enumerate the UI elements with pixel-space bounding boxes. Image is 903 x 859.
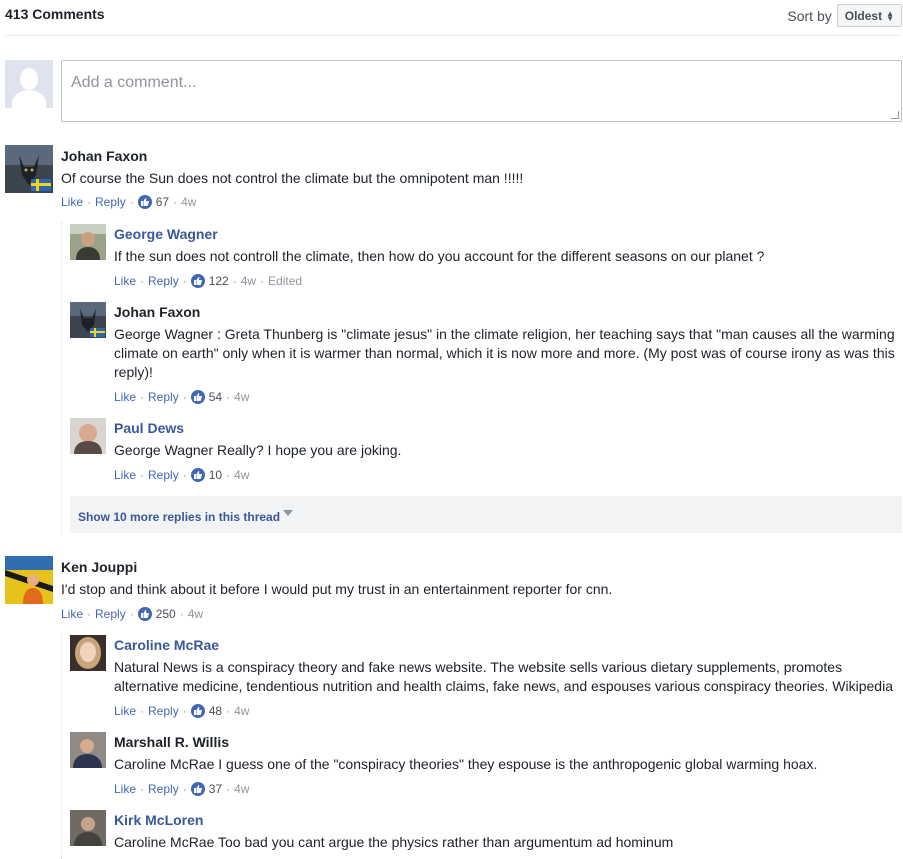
timestamp[interactable]: 4w [234,782,249,796]
show-more-replies-link[interactable]: Show 10 more replies in this thread [78,510,294,524]
reply-button[interactable]: Reply [148,468,179,482]
avatar[interactable] [5,556,53,604]
like-count: 67 [155,195,170,209]
reply-author[interactable]: Caroline McRae [114,637,219,653]
like-count: 122 [208,274,229,288]
like-button[interactable]: Like [114,782,136,796]
comment-text: I'd stop and think about it before I wou… [61,581,613,597]
reply-button[interactable]: Reply [148,390,179,404]
like-button[interactable]: Like [114,468,136,482]
avatar[interactable] [70,810,106,846]
timestamp[interactable]: 4w [241,274,256,288]
comment-text: Of course the Sun does not control the c… [61,170,524,186]
sort-dropdown[interactable]: Oldest ▲ ▼ [836,4,902,27]
comment-actions: Like · Reply · 250 · 4w [61,607,204,621]
timestamp[interactable]: 4w [181,195,196,209]
reply-actions: Like · Reply · 37 · 4w [114,782,250,796]
like-count: 37 [208,782,223,796]
comment-thread: Ken Jouppi I'd stop and think about it b… [5,556,902,622]
thumbs-up-icon [190,468,205,482]
reply: George Wagner If the sun does not contro… [70,224,902,290]
avatar[interactable] [70,732,106,768]
reply: Caroline McRae Natural News is a conspir… [70,635,902,721]
comment-count: 413 Comments [5,6,105,22]
thumbs-up-icon [190,704,205,718]
reply-button[interactable]: Reply [95,607,126,621]
thread-line [61,222,62,534]
reply-button[interactable]: Reply [148,704,179,718]
comment-input-box[interactable] [61,60,902,122]
reply-text: If the sun does not controll the climate… [114,248,765,264]
comment-input[interactable] [62,61,901,105]
sort-arrows-icon: ▲ ▼ [886,8,894,23]
reply: Johan Faxon George Wagner : Greta Thunbe… [70,302,902,406]
comment-author[interactable]: Johan Faxon [61,148,147,164]
like-button[interactable]: Like [114,704,136,718]
like-count: 250 [155,607,176,621]
reply-author[interactable]: Paul Dews [114,420,184,436]
thumbs-up-icon [190,274,205,288]
timestamp[interactable]: 4w [234,704,249,718]
reply-text: George Wagner Really? I hope you are jok… [114,442,402,458]
thumbs-up-icon [137,195,152,209]
reply-actions: Like · Reply · 48 · 4w [114,704,250,718]
reply-text: Caroline McRae Too bad you cant argue th… [114,834,674,850]
like-button[interactable]: Like [61,195,83,209]
caret-down-icon [283,510,294,516]
show-more-replies-label: Show 10 more replies in this thread [78,510,281,524]
current-user-avatar [5,60,53,108]
sort-control: Sort by Oldest ▲ ▼ [787,4,902,27]
like-count: 10 [208,468,223,482]
comment-thread: Johan Faxon Of course the Sun does not c… [5,145,902,209]
reply-author[interactable]: George Wagner [114,226,218,242]
thumbs-up-icon [190,782,205,796]
comment-author[interactable]: Ken Jouppi [61,559,137,575]
avatar[interactable] [5,145,53,193]
avatar[interactable] [70,302,106,338]
timestamp[interactable]: 4w [234,468,249,482]
like-button[interactable]: Like [114,274,136,288]
timestamp[interactable]: 4w [234,390,249,404]
reply-text: Caroline McRae I guess one of the "consp… [114,756,818,772]
reply-actions: Like · Reply · 54 · 4w [114,390,250,404]
comment-composer [5,60,902,122]
thumbs-up-icon [137,607,152,621]
reply-author[interactable]: Marshall R. Willis [114,734,229,750]
reply: Marshall R. Willis Caroline McRae I gues… [70,732,902,798]
thread-line [61,633,62,859]
resize-grip-icon[interactable] [891,111,899,119]
avatar[interactable] [70,418,106,454]
like-button[interactable]: Like [61,607,83,621]
comment-actions: Like · Reply · 67 · 4w [61,195,197,209]
reply-actions: Like · Reply · 122 · 4w · Edited [114,274,303,288]
reply-author[interactable]: Kirk McLoren [114,812,203,828]
avatar[interactable] [70,224,106,260]
like-count: 54 [208,390,223,404]
reply-actions: Like · Reply · 10 · 4w [114,468,250,482]
like-button[interactable]: Like [114,390,136,404]
reply: Kirk McLoren Caroline McRae Too bad you … [70,810,902,859]
avatar[interactable] [70,635,106,671]
edited-label: Edited [268,274,303,288]
comments-header: 413 Comments Sort by Oldest ▲ ▼ [5,0,902,36]
more-replies-bar: Show 10 more replies in this thread [70,496,902,533]
reply-text: George Wagner : Greta Thunberg is "clima… [114,326,895,380]
timestamp[interactable]: 4w [188,607,203,621]
sort-value: Oldest [844,8,883,23]
reply-text: Natural News is a conspiracy theory and … [114,659,893,694]
reply-author[interactable]: Johan Faxon [114,304,200,320]
reply: Paul Dews George Wagner Really? I hope y… [70,418,902,484]
thumbs-up-icon [190,390,205,404]
like-count: 48 [208,704,223,718]
reply-button[interactable]: Reply [148,782,179,796]
reply-button[interactable]: Reply [95,195,126,209]
sort-label: Sort by [787,7,832,24]
reply-button[interactable]: Reply [148,274,179,288]
